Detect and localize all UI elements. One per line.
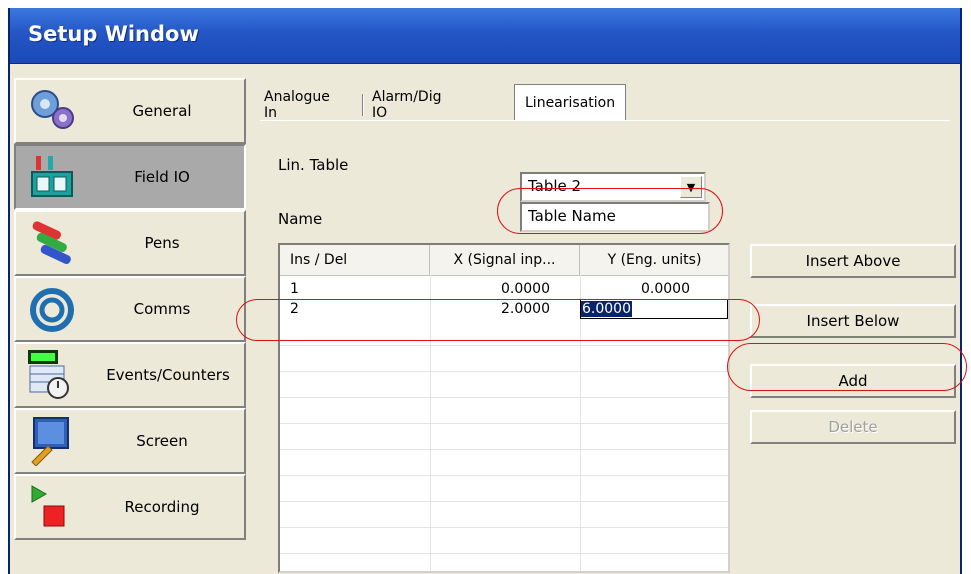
sidebar-item-screen[interactable]: Screen [14, 408, 246, 474]
io-module-icon [31, 156, 73, 197]
row-y-value[interactable]: 0.0000 [580, 279, 690, 299]
name-label: Name [278, 210, 323, 228]
sidebar-item-general[interactable]: General [14, 78, 246, 144]
column-header-ins-del[interactable]: Ins / Del [280, 245, 430, 275]
grid-line [280, 475, 728, 476]
tab-label: Alarm/Dig IO [372, 89, 442, 121]
grid-line [280, 371, 728, 372]
insert-above-button[interactable]: Insert Above [750, 244, 956, 278]
linearisation-table[interactable]: Ins / Del X (Signal inp... Y (Eng. units… [278, 243, 730, 573]
sidebar-item-label: Events/Counters [106, 366, 230, 384]
column-header-y[interactable]: Y (Eng. units) [580, 245, 728, 275]
callout-add-button [727, 343, 967, 391]
tab-analogue-in[interactable]: Analogue In [264, 89, 330, 121]
grid-line [280, 501, 728, 502]
tab-separator [362, 94, 363, 116]
setup-window: Setup Window General Field IO Pens Comms… [8, 8, 962, 574]
sidebar-item-label: Recording [124, 498, 200, 516]
sidebar-item-events-counters[interactable]: Events/Counters [14, 342, 246, 408]
window-title: Setup Window [28, 22, 199, 46]
grid-line [280, 423, 728, 424]
tab-underline [260, 120, 950, 121]
title-bar[interactable]: Setup Window [10, 8, 960, 64]
sidebar-item-field-io[interactable]: Field IO [14, 144, 246, 210]
tab-alarm-dig-io[interactable]: Alarm/Dig IO [372, 89, 442, 121]
sidebar-item-label: Comms [133, 300, 191, 318]
screen-wrench-icon [31, 417, 69, 466]
grid-line [280, 527, 728, 528]
tab-label: Analogue In [264, 89, 330, 121]
insert-below-button[interactable]: Insert Below [750, 304, 956, 338]
column-header-x[interactable]: X (Signal inp... [430, 245, 580, 275]
callout-row-2 [236, 299, 760, 341]
sidebar-item-label: Screen [136, 432, 188, 450]
tab-linearisation[interactable]: Linearisation [514, 84, 627, 120]
delete-button[interactable]: Delete [750, 410, 956, 444]
grid-line [280, 449, 728, 450]
pens-icon [32, 221, 71, 264]
callout-name-field [497, 188, 723, 234]
grid-line [280, 345, 728, 346]
tab-label: Linearisation [525, 94, 616, 111]
sidebar-item-label: Pens [144, 234, 180, 252]
cable-icon [30, 288, 74, 332]
row-x-value[interactable]: 0.0000 [430, 279, 550, 299]
row-index: 1 [290, 281, 299, 297]
sidebar-item-label: General [132, 102, 192, 120]
table-row[interactable]: 1 0.0000 0.0000 [280, 279, 728, 299]
gears-icon [31, 90, 74, 129]
grid-line [280, 553, 728, 554]
sidebar-item-comms[interactable]: Comms [14, 276, 246, 342]
grid-line [280, 397, 728, 398]
play-record-icon [31, 485, 65, 527]
lin-table-label: Lin. Table [278, 156, 349, 174]
sidebar-item-label: Field IO [134, 168, 190, 186]
sidebar-item-pens[interactable]: Pens [14, 210, 246, 276]
sidebar-item-recording[interactable]: Recording [14, 474, 246, 540]
counter-calendar-icon [28, 350, 69, 399]
table-header: Ins / Del X (Signal inp... Y (Eng. units… [280, 245, 728, 276]
